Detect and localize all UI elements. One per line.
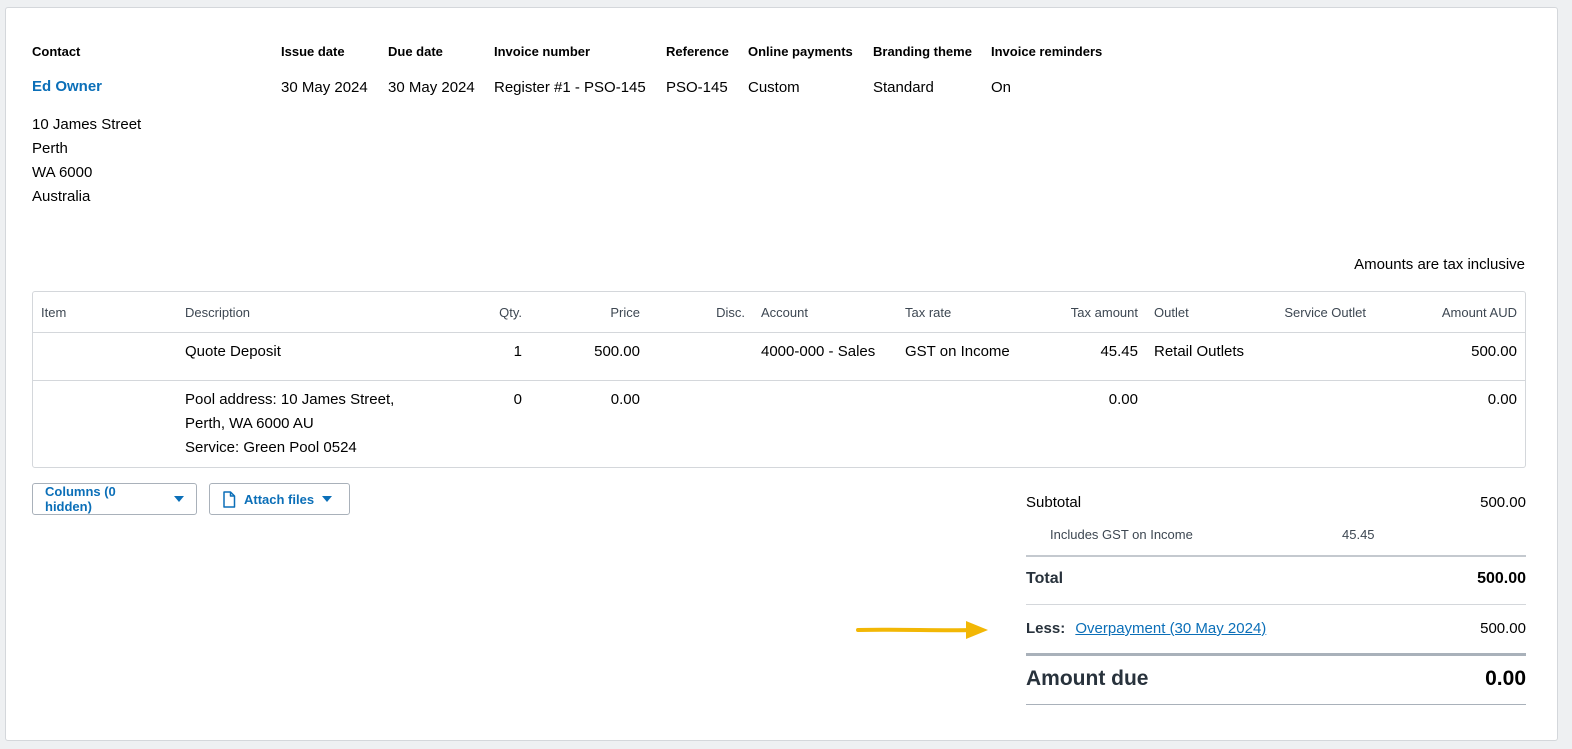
arrow-right-icon: [854, 617, 994, 646]
column-header-tax-rate: Tax rate: [905, 305, 952, 320]
branding-theme-label: Branding theme: [873, 44, 972, 59]
issue-date-label: Issue date: [281, 44, 345, 59]
row-2-tax-amount: 0.00: [1108, 391, 1138, 408]
column-header-description: Description: [185, 305, 251, 320]
amount-due-row: Amount due 0.00: [1026, 667, 1526, 691]
attach-button-label: Attach files: [244, 491, 315, 507]
divider: [1026, 653, 1526, 656]
columns-button-label: Columns (0 hidden): [45, 484, 116, 514]
gst-value: 45.45: [1342, 527, 1375, 542]
subtotal-row: Subtotal 500.00: [1026, 494, 1526, 511]
reference-label: Reference: [666, 44, 729, 59]
caret-down-icon: [322, 496, 333, 502]
row-1-amount: 500.00: [1471, 343, 1517, 360]
column-header-disc: Disc.: [716, 305, 745, 320]
column-header-account: Account: [761, 305, 808, 320]
address-line: Perth: [32, 140, 68, 157]
total-row: Total 500.00: [1026, 570, 1526, 588]
invoice-reminders-value[interactable]: On: [991, 79, 1011, 96]
column-header-tax-amount: Tax amount: [1070, 305, 1138, 320]
online-payments-label: Online payments: [748, 44, 853, 59]
overpayment-link[interactable]: Overpayment (30 May 2024): [1075, 620, 1266, 637]
row-2-qty[interactable]: 0: [514, 388, 522, 412]
less-label: Less:: [1026, 620, 1066, 637]
amount-due-label: Amount due: [1026, 667, 1149, 690]
amount-due-value: 0.00: [1485, 667, 1526, 690]
row-2-description[interactable]: Pool address: 10 James Street, Perth, WA…: [185, 388, 394, 460]
gst-label: Includes GST on Income: [1050, 527, 1193, 542]
row-1-price[interactable]: 500.00: [594, 340, 640, 364]
row-1-account[interactable]: 4000-000 - Sales: [761, 340, 875, 364]
row-2-price[interactable]: 0.00: [611, 388, 640, 412]
column-header-price: Price: [610, 305, 640, 320]
description-line: Service: Green Pool 0524: [185, 439, 357, 456]
row-1-tax-amount: 45.45: [1100, 343, 1138, 360]
contact-address: 10 James Street Perth WA 6000 Australia: [32, 113, 141, 209]
divider: [1026, 704, 1526, 705]
invoice-number-value[interactable]: Register #1 - PSO-145: [494, 79, 646, 96]
row-1-tax-rate[interactable]: GST on Income: [905, 340, 1010, 364]
row-1-qty[interactable]: 1: [514, 340, 522, 364]
total-label: Total: [1026, 570, 1064, 587]
less-value: 500.00: [1480, 620, 1526, 637]
caret-down-icon: [174, 496, 184, 502]
due-date-value[interactable]: 30 May 2024: [388, 79, 475, 96]
row-divider: [33, 380, 1525, 381]
divider: [1026, 555, 1526, 557]
address-line: Australia: [32, 188, 91, 205]
less-row: Less: Overpayment (30 May 2024) 500.00: [1026, 620, 1526, 637]
tax-inclusive-note: Amounts are tax inclusive: [1354, 256, 1525, 273]
description-line: Perth, WA 6000 AU: [185, 415, 314, 432]
address-line: 10 James Street: [32, 116, 142, 133]
row-1-outlet[interactable]: Retail Outlets: [1154, 340, 1244, 364]
row-1-description[interactable]: Quote Deposit: [185, 340, 281, 364]
divider: [1026, 604, 1526, 605]
line-items-table: Item Description Qty. Price Disc. Accoun…: [32, 291, 1526, 468]
description-line: Pool address: 10 James Street,: [185, 391, 395, 408]
issue-date-value[interactable]: 30 May 2024: [281, 79, 368, 96]
row-2-amount: 0.00: [1487, 391, 1517, 408]
attach-files-button[interactable]: Attach files: [209, 483, 350, 515]
document-icon: [222, 490, 236, 508]
subtotal-value: 500.00: [1480, 494, 1526, 511]
invoice-number-label: Invoice number: [494, 44, 591, 59]
subtotal-label: Subtotal: [1026, 494, 1082, 511]
branding-theme-value[interactable]: Standard: [873, 79, 934, 96]
reference-value[interactable]: PSO-145: [666, 79, 728, 96]
column-header-item: Item: [41, 305, 67, 320]
contact-label: Contact: [32, 44, 81, 59]
row-divider: [33, 332, 1525, 333]
address-line: WA 6000: [32, 164, 93, 181]
contact-name-link[interactable]: Ed Owner: [32, 78, 102, 95]
invoice-reminders-label: Invoice reminders: [991, 44, 1103, 59]
due-date-label: Due date: [388, 44, 443, 59]
invoice-panel: Contact Ed Owner 10 James Street Perth W…: [5, 7, 1558, 741]
online-payments-value[interactable]: Custom: [748, 79, 800, 96]
column-header-service-outlet: Service Outlet: [1284, 305, 1366, 320]
total-value: 500.00: [1477, 570, 1526, 587]
columns-dropdown-button[interactable]: Columns (0 hidden): [32, 483, 197, 515]
column-header-outlet: Outlet: [1154, 305, 1189, 320]
column-header-qty: Qty.: [499, 305, 522, 320]
column-header-amount: Amount AUD: [1441, 305, 1517, 320]
